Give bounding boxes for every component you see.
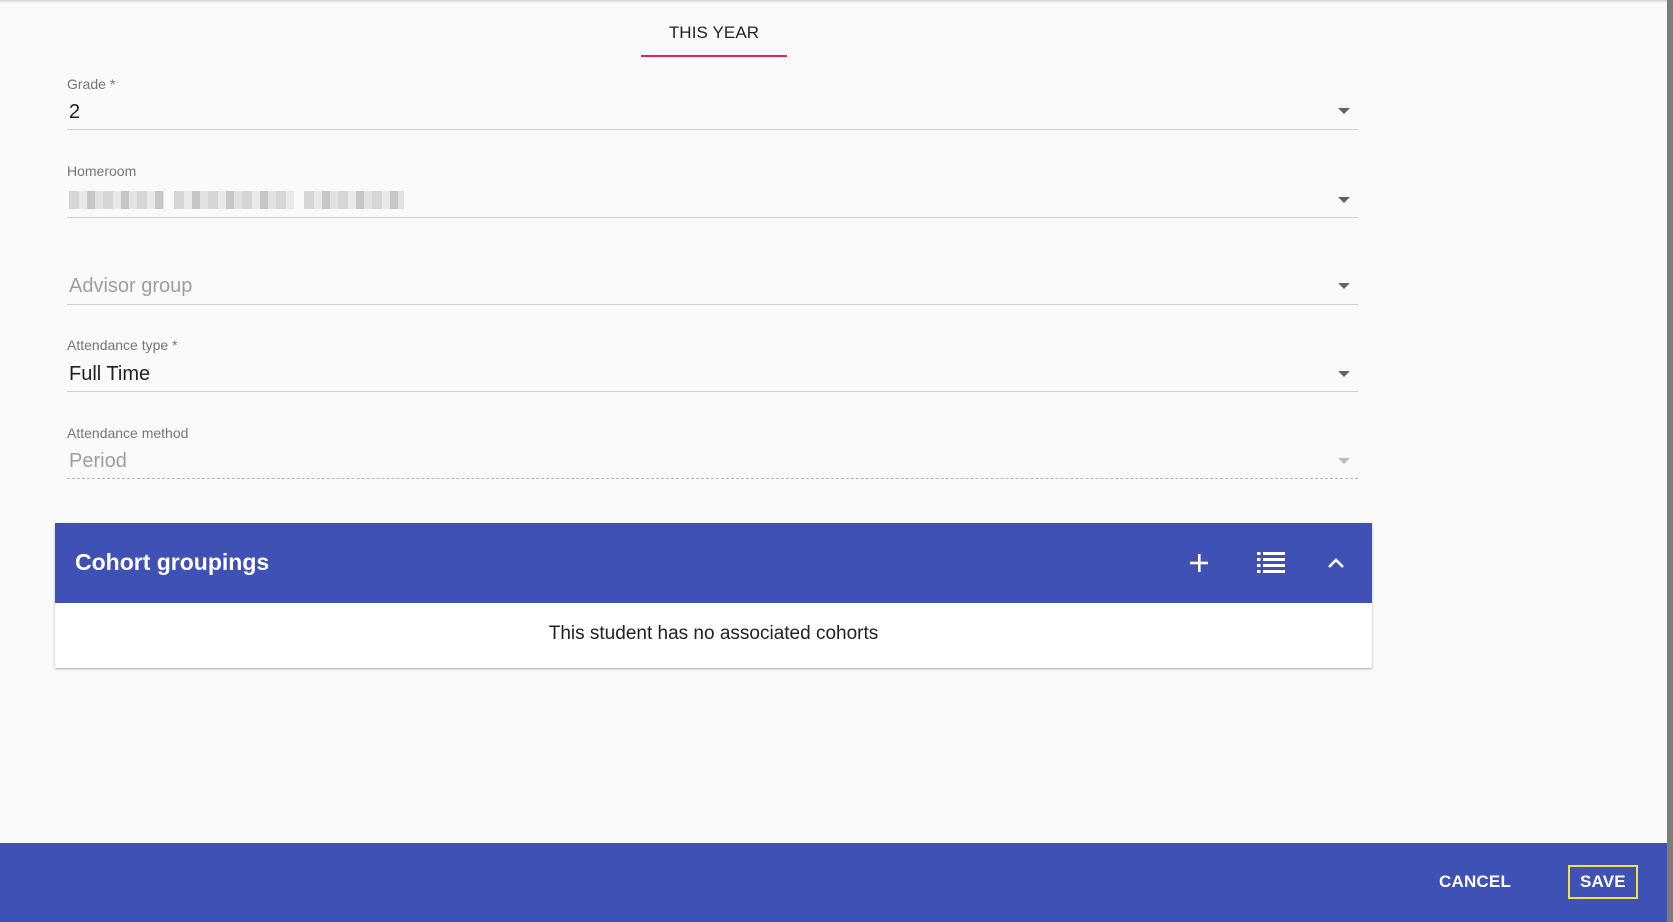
- dropdown-arrow-icon: [1338, 197, 1350, 203]
- add-cohort-button[interactable]: [1179, 543, 1219, 583]
- attendance-type-underline: [67, 391, 1358, 392]
- list-icon: [1257, 552, 1285, 573]
- homeroom-label: Homeroom: [67, 163, 137, 179]
- cohort-groupings-header: Cohort groupings: [55, 523, 1372, 603]
- advisor-group-select[interactable]: Advisor group: [67, 270, 1358, 305]
- collapse-cohorts-button[interactable]: [1316, 543, 1356, 583]
- footer-bar: CANCEL SAVE: [0, 843, 1667, 922]
- dropdown-arrow-icon: [1338, 108, 1350, 114]
- tab-label: THIS YEAR: [668, 23, 760, 42]
- grade-value: 2: [69, 101, 81, 123]
- cohort-groupings-title: Cohort groupings: [75, 549, 270, 575]
- attendance-method-underline: [67, 478, 1358, 479]
- homeroom-value-redacted: [69, 191, 404, 209]
- tab-this-year[interactable]: THIS YEAR: [641, 8, 787, 58]
- top-shadow: [0, 0, 1667, 3]
- scrollbar[interactable]: [1667, 0, 1673, 922]
- homeroom-select[interactable]: Homeroom: [67, 161, 1358, 218]
- dropdown-arrow-icon: [1338, 283, 1350, 289]
- dropdown-arrow-icon: [1338, 458, 1350, 464]
- attendance-type-label: Attendance type *: [67, 337, 178, 353]
- attendance-type-value: Full Time: [69, 363, 151, 385]
- attendance-method-value: Period: [69, 450, 127, 472]
- cohort-groupings-card: Cohort groupings This student has no ass…: [55, 523, 1372, 668]
- chevron-up-icon: [1328, 558, 1344, 568]
- dropdown-arrow-icon: [1338, 371, 1350, 377]
- attendance-method-label: Attendance method: [67, 425, 189, 441]
- homeroom-underline: [67, 217, 1358, 218]
- save-button[interactable]: SAVE: [1568, 865, 1638, 899]
- page: THIS YEAR Grade * 2 Homeroom Advisor gro…: [0, 0, 1673, 922]
- attendance-type-select[interactable]: Attendance type * Full Time: [67, 335, 1358, 392]
- grade-select[interactable]: Grade * 2: [67, 74, 1358, 130]
- grade-label: Grade *: [67, 76, 116, 92]
- cancel-button[interactable]: CANCEL: [1429, 865, 1521, 899]
- list-cohorts-button[interactable]: [1251, 543, 1291, 583]
- plus-icon: [1190, 554, 1208, 572]
- cohort-empty-message: This student has no associated cohorts: [548, 623, 879, 644]
- advisor-group-placeholder: Advisor group: [69, 275, 193, 297]
- advisor-group-underline: [67, 304, 1358, 305]
- grade-underline: [67, 129, 1358, 130]
- tab-indicator: [641, 55, 787, 57]
- attendance-method-select: Attendance method Period: [67, 423, 1358, 479]
